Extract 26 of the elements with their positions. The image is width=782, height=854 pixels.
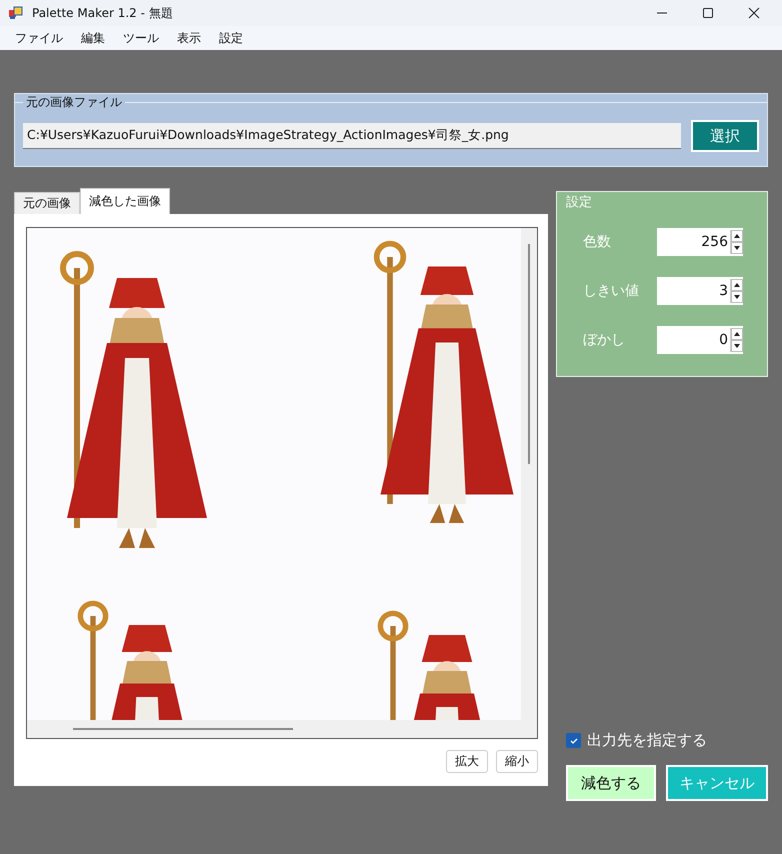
tab[interactable]: 元の画像 (14, 192, 80, 214)
window-title: Palette Maker 1.2 - 無題 (32, 4, 173, 22)
checkbox[interactable] (566, 733, 581, 748)
checkbox-label: 出力先を指定する (587, 731, 707, 750)
zoom-button[interactable]: 縮小 (496, 750, 538, 773)
field-label: 色数 (583, 233, 611, 251)
number-spinner[interactable]: 0 (657, 326, 743, 354)
number-spinner[interactable]: 256 (657, 228, 743, 256)
checkmark-icon (568, 736, 578, 746)
group-title: 元の画像ファイル (23, 94, 125, 111)
menu-item[interactable]: 編集 (72, 30, 114, 46)
menu-item[interactable]: 設定 (210, 30, 252, 46)
menu-item[interactable]: 表示 (168, 30, 210, 46)
reduce-colors-button[interactable]: 減色する (566, 765, 656, 801)
close-icon[interactable] (748, 7, 760, 19)
app-icon (8, 5, 24, 21)
field-label: ぼかし (583, 331, 625, 349)
field-label: しきい値 (583, 282, 639, 300)
file-path-field[interactable]: C:¥Users¥KazuoFurui¥Downloads¥ImageStrategy_ActionImages¥司祭_女.png (23, 123, 681, 149)
menu-item[interactable]: ツール (114, 30, 168, 46)
select-button[interactable]: 選択 (691, 120, 759, 152)
tab[interactable]: 減色した画像 (80, 188, 170, 214)
zoom-button[interactable]: 拡大 (446, 750, 488, 773)
menu-item[interactable]: ファイル (6, 30, 72, 46)
number-spinner[interactable]: 3 (657, 277, 743, 305)
maximize-icon[interactable] (702, 7, 714, 19)
